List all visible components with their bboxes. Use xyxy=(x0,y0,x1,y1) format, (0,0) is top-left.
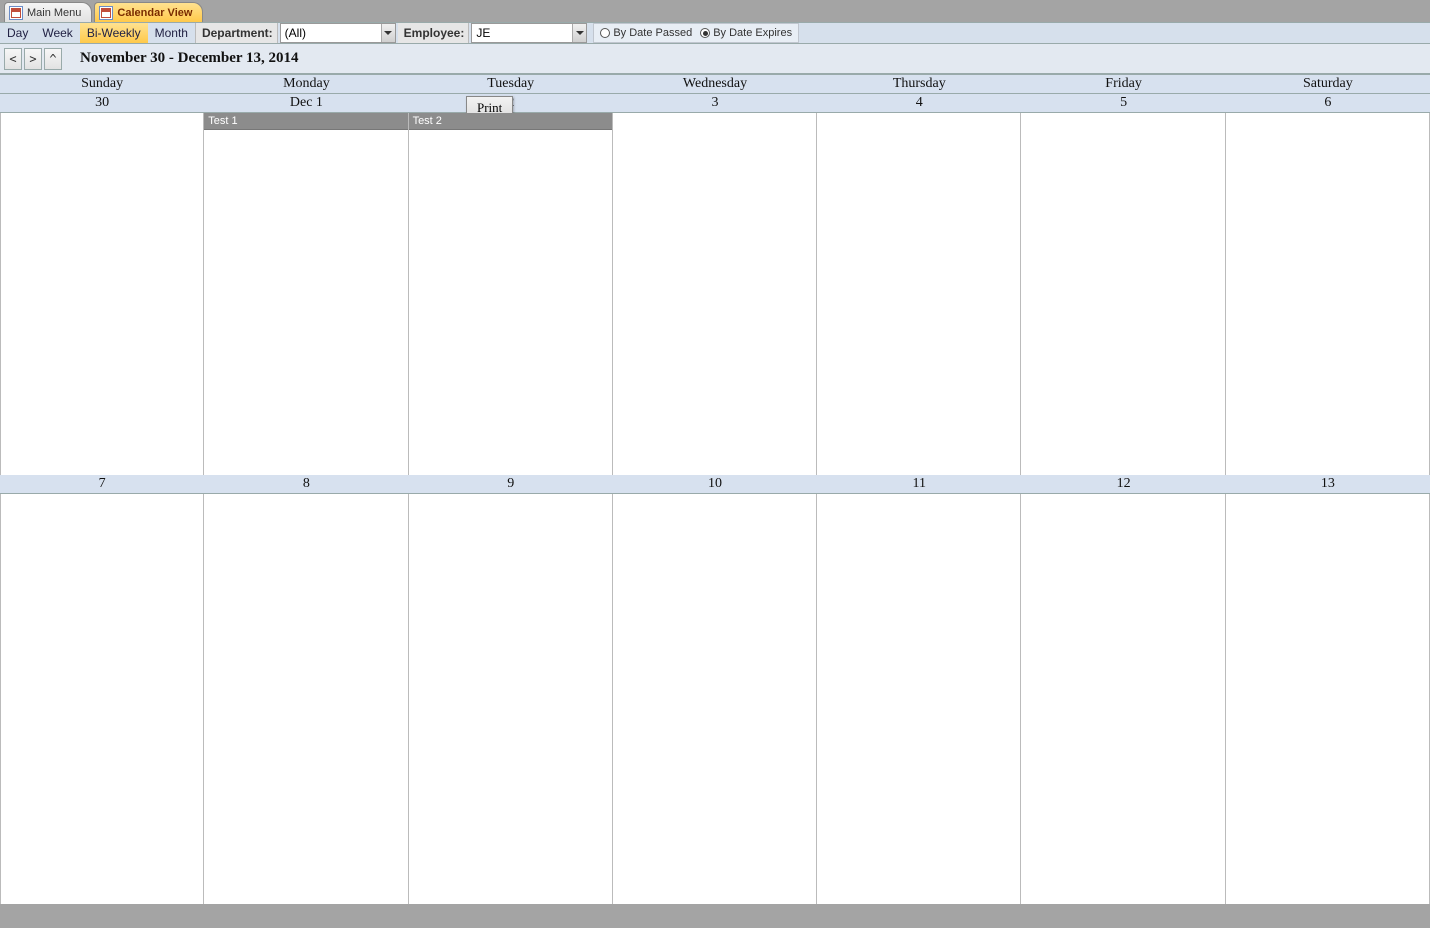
view-biweekly-button[interactable]: Bi-Weekly xyxy=(80,23,148,43)
chevron-down-icon xyxy=(381,24,395,42)
radio-by-date-expires[interactable] xyxy=(700,28,710,38)
chevron-down-icon xyxy=(572,24,586,42)
day-cell[interactable] xyxy=(0,494,204,904)
calendar-grid: Sunday Monday Tuesday Wednesday Thursday… xyxy=(0,74,1430,904)
radio-by-date-passed[interactable] xyxy=(600,28,610,38)
date-header[interactable]: 8 xyxy=(204,475,408,493)
dayname: Sunday xyxy=(0,75,204,93)
date-header[interactable]: 13 xyxy=(1226,475,1430,493)
day-cell[interactable] xyxy=(409,494,613,904)
day-cell[interactable] xyxy=(613,494,817,904)
radio-label: By Date Passed xyxy=(613,27,692,39)
day-cell[interactable] xyxy=(1021,113,1225,475)
form-icon xyxy=(99,6,113,20)
tab-main-menu[interactable]: Main Menu xyxy=(4,2,92,22)
day-cell[interactable] xyxy=(613,113,817,475)
day-cell[interactable] xyxy=(1226,494,1430,904)
date-header[interactable]: 4 xyxy=(817,94,1021,112)
calendar-event[interactable]: Test 1 xyxy=(204,113,407,130)
day-cell[interactable] xyxy=(1021,494,1225,904)
day-cell[interactable] xyxy=(0,113,204,475)
date-header[interactable]: 5 xyxy=(1021,94,1225,112)
day-cell[interactable]: Test 1 xyxy=(204,113,408,475)
tab-label: Calendar View xyxy=(117,7,192,19)
tab-label: Main Menu xyxy=(27,7,81,19)
dayname: Thursday xyxy=(817,75,1021,93)
form-icon xyxy=(9,6,23,20)
filter-radio-group: By Date Passed By Date Expires xyxy=(593,23,799,43)
employee-dropdown[interactable]: JE xyxy=(471,23,587,43)
date-row: 30 Dec 1 2 3 4 5 6 xyxy=(0,94,1430,113)
dayname: Friday xyxy=(1021,75,1225,93)
view-month-button[interactable]: Month xyxy=(148,23,195,43)
dayname: Saturday xyxy=(1226,75,1430,93)
document-tabs: Main Menu Calendar View xyxy=(0,0,1430,22)
date-header[interactable]: 7 xyxy=(0,475,204,493)
week-row: Test 1 Test 2 xyxy=(0,113,1430,475)
view-toolbar: Day Week Bi-Weekly Month Department: (Al… xyxy=(0,22,1430,44)
view-day-button[interactable]: Day xyxy=(0,23,35,43)
date-header[interactable]: 11 xyxy=(817,475,1021,493)
date-header[interactable]: 9 xyxy=(409,475,613,493)
department-label: Department: xyxy=(195,23,278,43)
next-button[interactable]: > xyxy=(24,48,42,70)
date-header[interactable]: Dec 1 xyxy=(204,94,408,112)
calendar-event[interactable]: Test 2 xyxy=(409,113,612,130)
radio-label: By Date Expires xyxy=(713,27,792,39)
dayname: Wednesday xyxy=(613,75,817,93)
view-week-button[interactable]: Week xyxy=(35,23,79,43)
date-header[interactable]: 3 xyxy=(613,94,817,112)
day-cell[interactable] xyxy=(817,113,1021,475)
day-cell[interactable] xyxy=(817,494,1021,904)
day-cell[interactable] xyxy=(204,494,408,904)
tab-calendar-view[interactable]: Calendar View xyxy=(94,2,203,22)
employee-label: Employee: xyxy=(398,23,470,43)
dayname-row: Sunday Monday Tuesday Wednesday Thursday… xyxy=(0,74,1430,94)
week-row xyxy=(0,494,1430,904)
date-header[interactable]: 6 xyxy=(1226,94,1430,112)
date-header[interactable]: 30 xyxy=(0,94,204,112)
prev-button[interactable]: < xyxy=(4,48,22,70)
date-nav-bar: < > ^ November 30 - December 13, 2014 Pr… xyxy=(0,44,1430,74)
dayname: Monday xyxy=(204,75,408,93)
day-cell[interactable]: Test 2 xyxy=(409,113,613,475)
department-dropdown[interactable]: (All) xyxy=(280,23,396,43)
date-range-label: November 30 - December 13, 2014 xyxy=(80,50,299,67)
date-row: 7 8 9 10 11 12 13 xyxy=(0,475,1430,494)
date-header[interactable]: 12 xyxy=(1021,475,1225,493)
department-value: (All) xyxy=(281,26,381,40)
date-header[interactable]: 10 xyxy=(613,475,817,493)
up-button[interactable]: ^ xyxy=(44,48,62,70)
employee-value: JE xyxy=(472,26,572,40)
day-cell[interactable] xyxy=(1226,113,1430,475)
dayname: Tuesday xyxy=(409,75,613,93)
